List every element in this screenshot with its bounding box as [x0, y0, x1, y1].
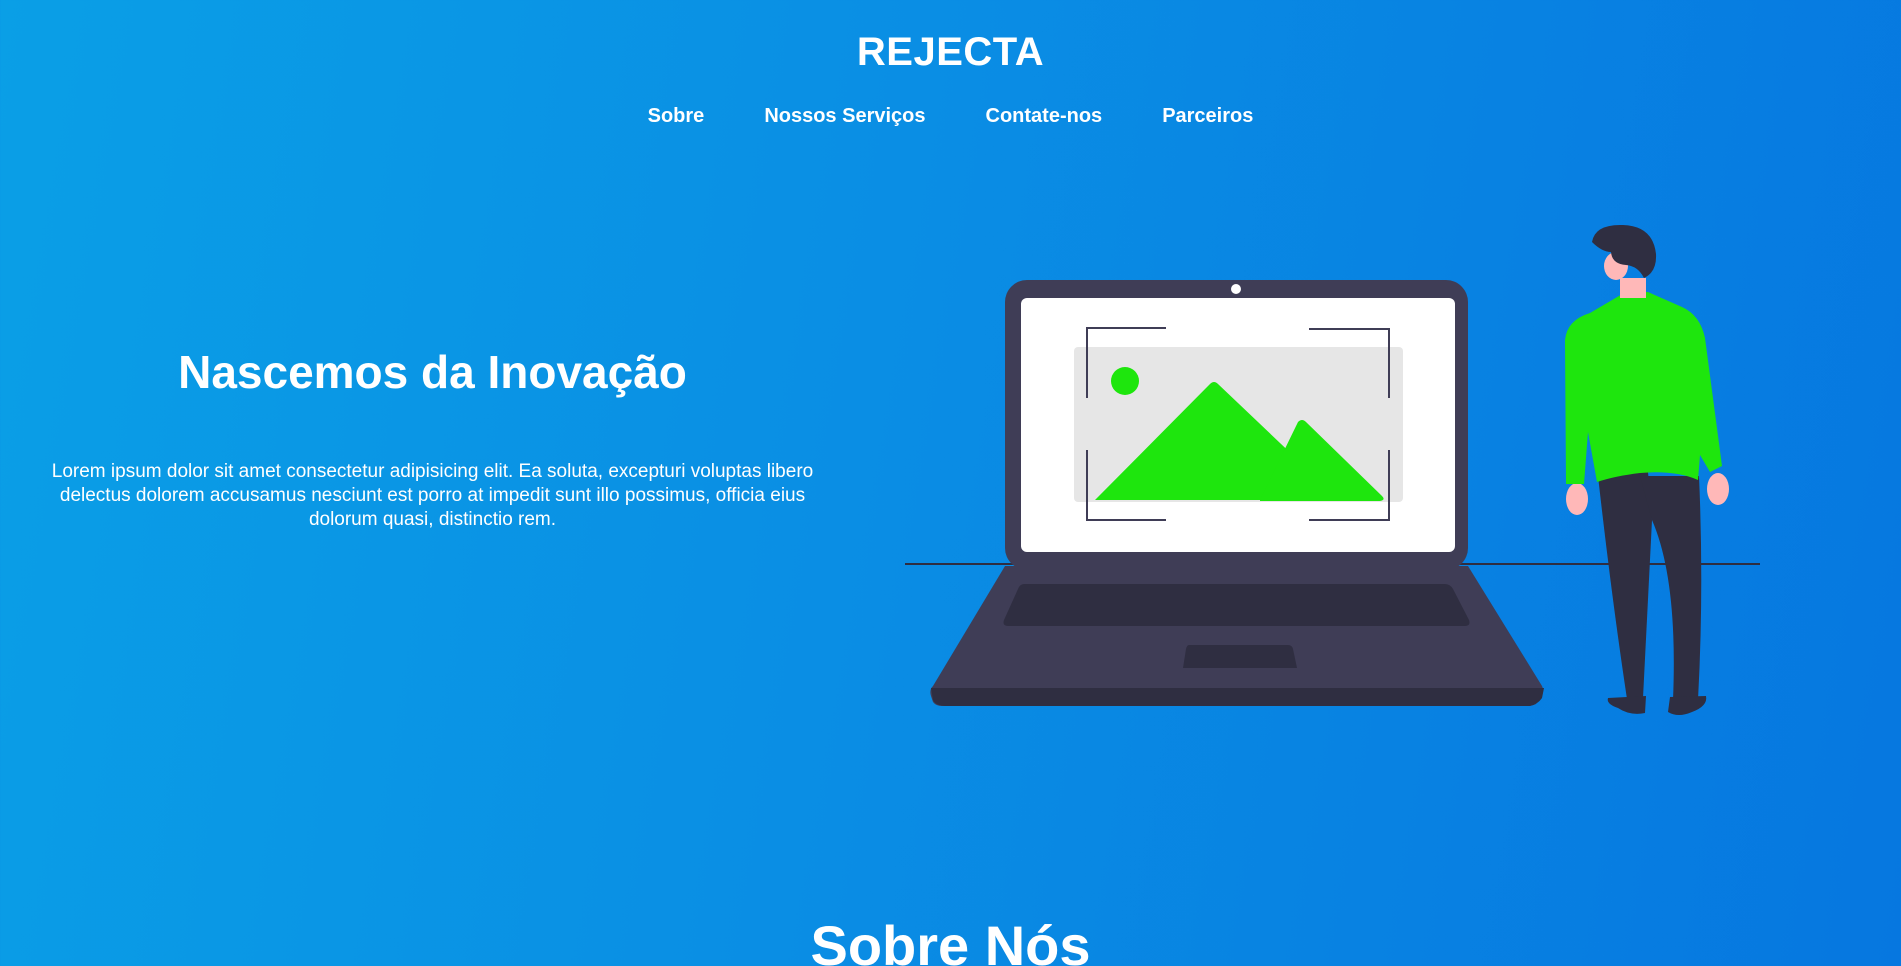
person-leg-left [1598, 472, 1652, 699]
person-shoe-left [1607, 696, 1646, 714]
person-hand-left [1566, 483, 1588, 515]
person-hand-right [1707, 473, 1729, 505]
hero-title: Nascemos da Inovação [178, 346, 687, 398]
person-figure [1565, 224, 1729, 715]
person-neck [1620, 278, 1646, 298]
nav-link-sobre[interactable]: Sobre [648, 105, 705, 127]
person-shoe-right [1668, 696, 1707, 715]
nav-item-contato: Contate-nos [986, 100, 1103, 132]
nav-link-servicos[interactable]: Nossos Serviços [764, 105, 925, 127]
laptop-camera [1231, 284, 1241, 294]
keyboard-area [1003, 584, 1470, 626]
laptop-base-edge [931, 688, 1544, 706]
nav-link-contato[interactable]: Contate-nos [986, 105, 1103, 127]
trackpad [1183, 645, 1297, 668]
sun-shape [1111, 367, 1139, 395]
nav-item-servicos: Nossos Serviços [764, 100, 925, 132]
nav-link-parceiros[interactable]: Parceiros [1162, 105, 1253, 127]
person-torso [1565, 292, 1722, 484]
nav-item-parceiros: Parceiros [1162, 100, 1253, 132]
main-nav: Sobre Nossos Serviços Contate-nos Parcei… [0, 100, 1901, 132]
person-with-laptop-image-illustration [905, 224, 1760, 715]
hero-text-block: Nascemos da Inovação Lorem ipsum dolor s… [50, 340, 815, 532]
nav-item-sobre: Sobre [648, 100, 705, 132]
hero-description: Lorem ipsum dolor sit amet consectetur a… [51, 461, 814, 530]
section-title-sobre-nos: Sobre Nós [810, 914, 1091, 966]
brand-logo[interactable]: REJECTA [0, 24, 1901, 80]
person-leg-right [1640, 476, 1702, 700]
